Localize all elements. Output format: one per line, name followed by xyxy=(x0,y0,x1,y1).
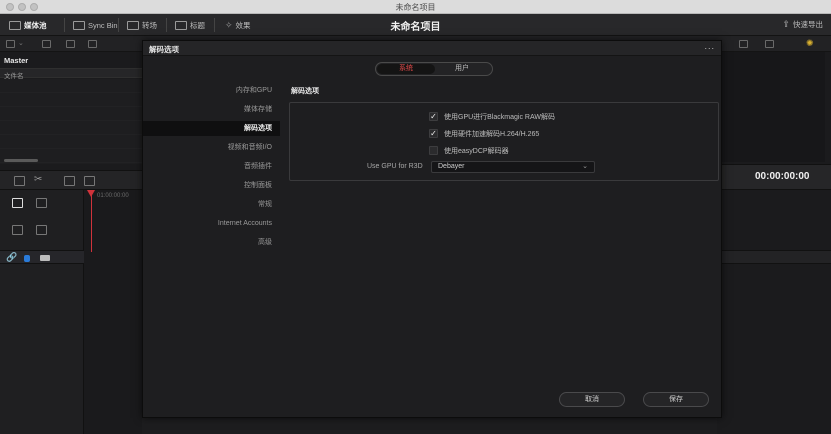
tab-user[interactable]: 用户 xyxy=(433,64,491,74)
option-braw-gpu[interactable]: ✓ 使用GPU进行Blackmagic RAW解码 xyxy=(429,111,555,122)
timeline-track-area[interactable] xyxy=(84,190,142,434)
section-title: 解码选项 xyxy=(291,88,319,95)
quick-export-label: 快速导出 xyxy=(793,20,823,29)
title-text-icon[interactable] xyxy=(36,198,47,208)
more-options-icon[interactable]: ... xyxy=(704,41,715,51)
inspector-icon[interactable] xyxy=(739,40,748,48)
audio-link-icon[interactable] xyxy=(36,225,47,235)
timeline-ruler[interactable] xyxy=(717,250,831,264)
title-bar: 未命名项目 xyxy=(0,0,831,14)
edit-tools-bar: ✂ xyxy=(0,170,142,190)
color-wheel-icon[interactable]: ✺ xyxy=(806,38,814,49)
clip-icon[interactable] xyxy=(64,176,75,186)
audio-tool-icon[interactable] xyxy=(12,225,23,235)
playhead-timecode: 01:00:00:00 xyxy=(97,193,129,199)
dialog-header: 解码选项 ... xyxy=(143,41,721,56)
preferences-dialog: 解码选项 ... 系统 用户 内存和GPU 媒体存储 解码选项 视频和音频I/O… xyxy=(142,40,722,418)
braw-gpu-label: 使用GPU进行Blackmagic RAW解码 xyxy=(444,113,555,121)
nav-item-decode-options[interactable]: 解码选项 xyxy=(143,121,280,136)
chevron-down-icon[interactable]: ⌄ xyxy=(18,39,24,47)
quick-export-button[interactable]: ⇪ 快速导出 xyxy=(782,19,823,30)
braw-gpu-checkbox[interactable]: ✓ xyxy=(429,112,438,121)
chevron-down-icon: ⌄ xyxy=(582,163,588,170)
tab-system[interactable]: 系统 xyxy=(377,64,435,74)
track-header-area xyxy=(0,190,84,434)
media-scrollbar[interactable] xyxy=(4,159,38,162)
playhead[interactable] xyxy=(91,192,92,252)
save-button[interactable]: 保存 xyxy=(643,392,709,407)
r3d-gpu-value: Debayer xyxy=(438,163,465,170)
viewer-timecode: 00:00:00:00 xyxy=(755,171,810,182)
window-title: 未命名项目 xyxy=(395,3,436,12)
share-icon: ⇪ xyxy=(782,19,790,29)
project-title: 未命名项目 xyxy=(390,22,441,33)
scissors-icon[interactable]: ✂ xyxy=(34,174,42,185)
link-clips-icon[interactable]: 🔗 xyxy=(6,252,17,263)
option-easydcp[interactable]: 使用easyDCP解码器 xyxy=(429,145,509,156)
thumbnail-view-icon[interactable] xyxy=(66,40,75,48)
option-hw-decode[interactable]: ✓ 使用硬件加速解码H.264/H.265 xyxy=(429,128,539,139)
nav-item-internet-accounts[interactable]: Internet Accounts xyxy=(218,216,272,231)
edit-mode-icon[interactable] xyxy=(14,176,25,186)
track-display-icon[interactable] xyxy=(40,255,50,261)
viewer-area xyxy=(717,52,825,162)
easydcp-checkbox[interactable] xyxy=(429,146,438,155)
list-view-icon[interactable] xyxy=(42,40,51,48)
hw-decode-label: 使用硬件加速解码H.264/H.265 xyxy=(444,130,540,138)
nav-item-advanced[interactable]: 高级 xyxy=(258,235,272,250)
panel-toggle-icon[interactable] xyxy=(6,40,15,48)
track-controls: 🔗 xyxy=(0,250,84,264)
nav-item-audio-plugins[interactable]: 音频插件 xyxy=(244,159,272,174)
title-tool-icon[interactable] xyxy=(12,198,23,208)
bin-name: Master xyxy=(4,56,29,65)
r3d-gpu-label: Use GPU for R3D xyxy=(367,163,423,170)
scope-toggle: 系统 用户 xyxy=(375,62,493,76)
nav-item-media-storage[interactable]: 媒体存储 xyxy=(244,102,272,117)
link-icon[interactable] xyxy=(88,40,97,48)
nav-item-video-audio-io[interactable]: 视频和音频I/O xyxy=(228,140,272,155)
dialog-title: 解码选项 xyxy=(149,45,179,54)
nav-item-control-panels[interactable]: 控制面板 xyxy=(244,178,272,193)
shield-icon[interactable] xyxy=(24,255,30,262)
insert-icon[interactable] xyxy=(84,176,95,186)
cancel-button[interactable]: 取消 xyxy=(559,392,625,407)
main-toolbar: 媒体池 Sync Bin 转场 标题 ✧ 效果 未命名项目 ⇪ 快速导出 xyxy=(0,14,831,36)
nav-item-memory-gpu[interactable]: 内存和GPU xyxy=(236,83,272,98)
layout-icon[interactable] xyxy=(765,40,774,48)
nav-item-general[interactable]: 常规 xyxy=(258,197,272,212)
hw-decode-checkbox[interactable]: ✓ xyxy=(429,129,438,138)
media-pool-panel: Master 文件名 ✂ xyxy=(0,52,142,434)
column-header: 文件名 xyxy=(0,68,142,80)
r3d-gpu-select[interactable]: Debayer ⌄ xyxy=(431,161,595,173)
media-list[interactable] xyxy=(0,79,142,164)
easydcp-label: 使用easyDCP解码器 xyxy=(444,147,509,155)
